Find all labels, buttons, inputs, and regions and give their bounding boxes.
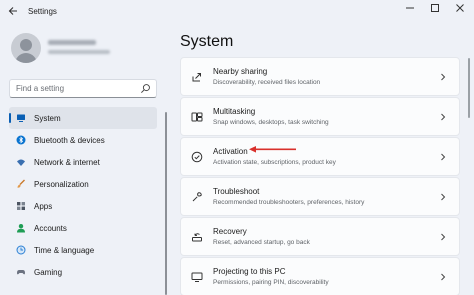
profile-email-blurred	[48, 50, 110, 54]
sidebar-item-label: System	[34, 113, 61, 123]
close-icon	[456, 4, 464, 12]
annotation-arrow-icon	[249, 146, 296, 153]
projecting-icon	[191, 272, 203, 282]
apps-icon	[16, 201, 26, 211]
close-button[interactable]	[452, 3, 468, 17]
chevron-right-icon	[441, 113, 446, 121]
sidebar-item-label: Apps	[34, 201, 53, 211]
card-nearby-sharing[interactable]: Nearby sharing Discoverability, received…	[180, 57, 460, 96]
title-bar: Settings	[0, 0, 474, 24]
sidebar-item-time-language[interactable]: Time & language	[9, 239, 157, 261]
sidebar-item-label: Bluetooth & devices	[34, 135, 105, 145]
chevron-right-icon	[441, 193, 446, 201]
avatar-body	[15, 53, 37, 63]
card-title: Projecting to this PC	[213, 267, 286, 276]
card-title: Multitasking	[213, 107, 256, 116]
multitasking-icon	[191, 112, 203, 122]
chevron-right-icon	[441, 73, 446, 81]
search-box[interactable]: Find a setting	[9, 79, 157, 98]
avatar[interactable]	[11, 33, 41, 63]
back-button[interactable]	[6, 5, 20, 19]
chevron-right-icon	[441, 273, 446, 281]
sidebar-item-accounts[interactable]: Accounts	[9, 217, 157, 239]
card-activation[interactable]: Activation Activation state, subscriptio…	[180, 137, 460, 176]
card-title: Recovery	[213, 227, 247, 236]
sidebar-item-personalization[interactable]: Personalization	[9, 173, 157, 195]
main-scrollbar[interactable]	[468, 58, 470, 118]
wifi-icon	[16, 157, 26, 167]
chevron-right-icon	[441, 233, 446, 241]
gaming-icon	[16, 267, 26, 277]
app-title: Settings	[28, 7, 57, 16]
chevron-right-icon	[441, 153, 446, 161]
minimize-button[interactable]	[402, 3, 418, 17]
card-subtitle: Recommended troubleshooters, preferences…	[213, 199, 365, 206]
wrench-icon	[192, 192, 202, 202]
sidebar-item-label: Network & internet	[34, 157, 100, 167]
brush-icon	[16, 179, 26, 189]
globe-clock-icon	[16, 245, 26, 255]
card-subtitle: Snap windows, desktops, task switching	[213, 119, 329, 126]
search-icon[interactable]	[140, 83, 151, 94]
sidebar-item-label: Time & language	[34, 245, 95, 255]
settings-window: Settings Find a setting System Bluetooth…	[0, 0, 474, 295]
card-subtitle: Activation state, subscriptions, product…	[213, 159, 336, 166]
maximize-icon	[431, 4, 439, 12]
card-title: Nearby sharing	[213, 67, 268, 76]
card-title: Troubleshoot	[213, 187, 260, 196]
recovery-icon	[192, 233, 202, 242]
sidebar-item-label: Accounts	[34, 223, 67, 233]
card-subtitle: Discoverability, received files location	[213, 79, 321, 86]
profile-name-blurred	[48, 40, 96, 45]
sidebar-item-label: Gaming	[34, 267, 63, 277]
card-subtitle: Permissions, pairing PIN, discoverabilit…	[213, 279, 329, 286]
sidebar-item-gaming[interactable]: Gaming	[9, 261, 157, 283]
sidebar-item-bluetooth[interactable]: Bluetooth & devices	[9, 129, 157, 151]
card-title: Activation	[213, 147, 248, 156]
card-subtitle: Reset, advanced startup, go back	[213, 239, 310, 246]
page-title: System	[180, 33, 234, 50]
card-projecting[interactable]: Projecting to this PC Permissions, pairi…	[180, 257, 460, 295]
sidebar-scrollbar[interactable]	[165, 112, 167, 295]
avatar-head	[20, 39, 32, 51]
accounts-icon	[16, 223, 26, 233]
share-icon	[192, 73, 201, 82]
card-recovery[interactable]: Recovery Reset, advanced startup, go bac…	[180, 217, 460, 256]
search-input[interactable]: Find a setting	[16, 84, 64, 93]
sidebar-nav: System Bluetooth & devices Network & int…	[9, 107, 157, 283]
sidebar-item-apps[interactable]: Apps	[9, 195, 157, 217]
bluetooth-icon	[16, 135, 26, 145]
card-troubleshoot[interactable]: Troubleshoot Recommended troubleshooters…	[180, 177, 460, 216]
minimize-icon	[406, 7, 414, 9]
sidebar-item-network[interactable]: Network & internet	[9, 151, 157, 173]
activation-check-icon	[191, 151, 203, 163]
card-multitasking[interactable]: Multitasking Snap windows, desktops, tas…	[180, 97, 460, 136]
maximize-button[interactable]	[427, 3, 443, 17]
system-icon	[16, 113, 26, 123]
sidebar-item-system[interactable]: System	[9, 107, 157, 129]
sidebar-item-label: Personalization	[34, 179, 89, 189]
back-arrow-icon	[8, 7, 17, 15]
